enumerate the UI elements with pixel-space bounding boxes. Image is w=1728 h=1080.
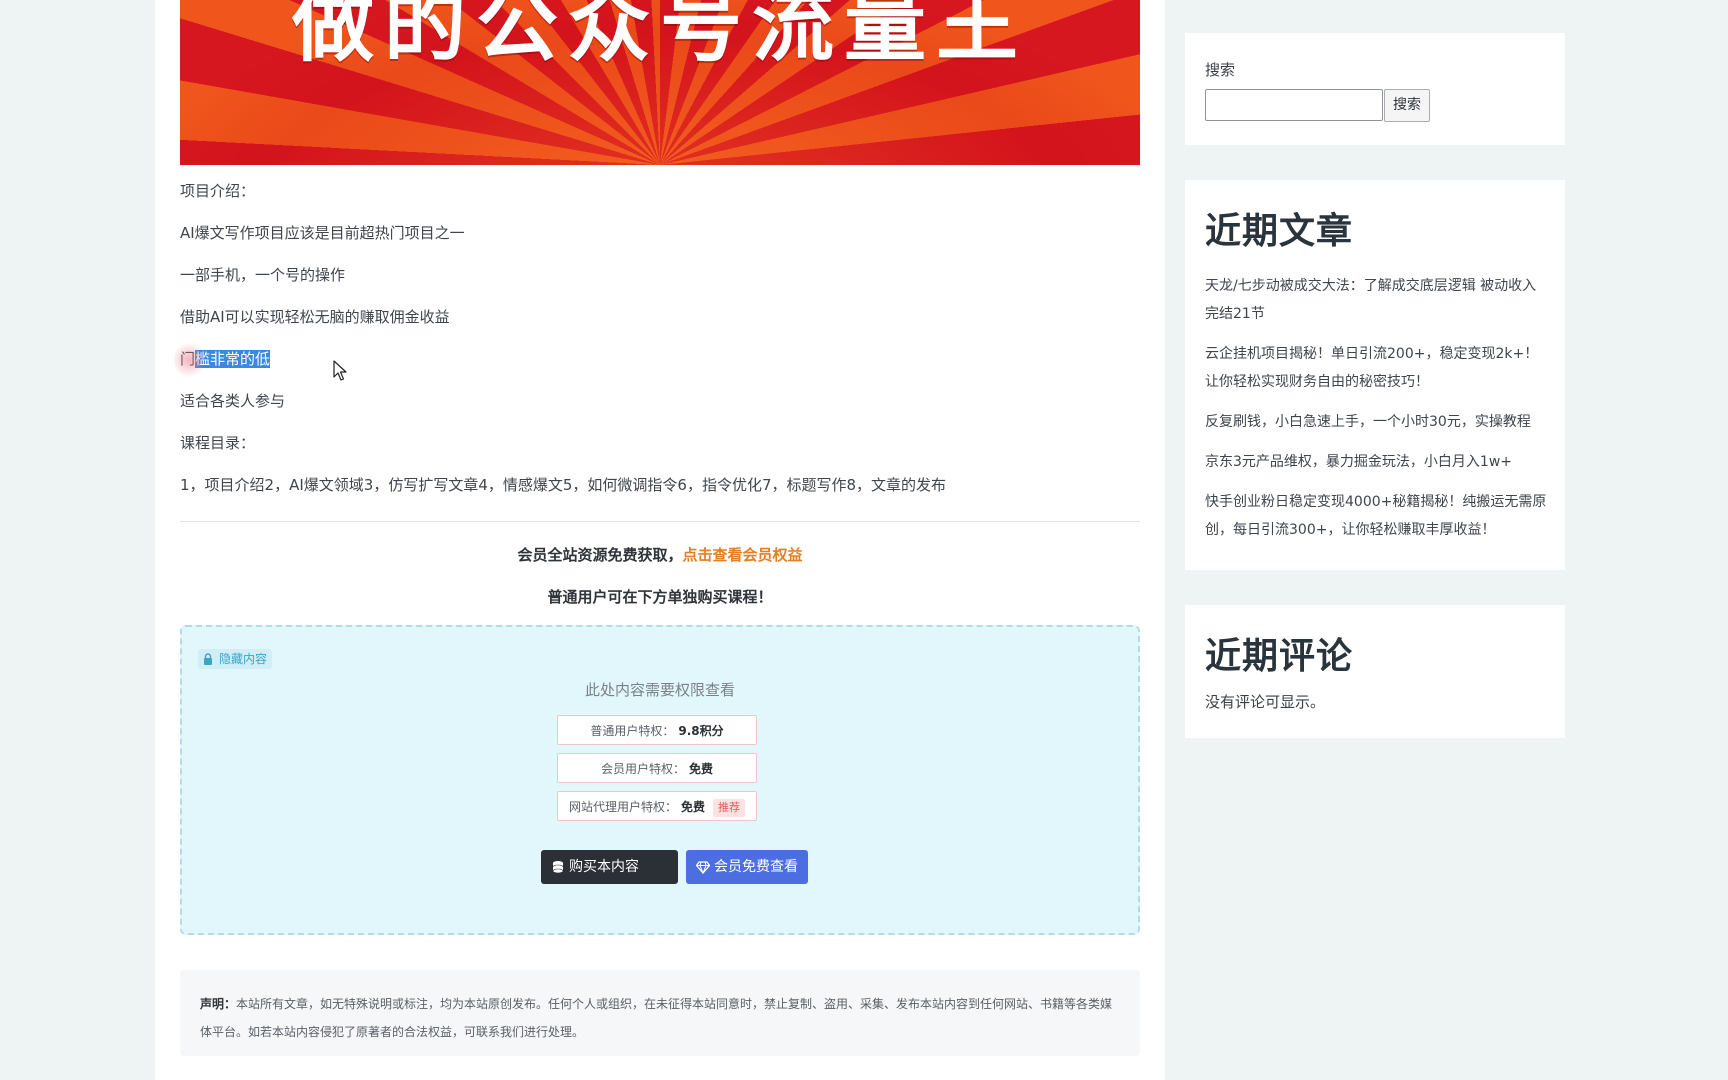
member-notice-line: 会员全站资源免费获取，点击查看会员权益 [180,544,1140,565]
notice-label: 声明： [200,997,237,1011]
article-paragraph: 一部手机，一个号的操作 [180,266,346,284]
search-input[interactable] [1205,89,1383,121]
selected-text[interactable]: 槛非常的低 [195,350,271,368]
recent-posts-list: 天龙/七步动被成交大法：了解成交底层逻辑 被动收入完结21节 云企挂机项目揭秘！… [1205,272,1550,556]
recent-post-link[interactable]: 快手创业粉日稳定变现4000+秘籍揭秘！纯搬运无需原创，每日引流300+，让你轻… [1205,488,1550,544]
article-paragraph: 适合各类人参与 [180,392,286,410]
click-highlight-mark [174,340,204,380]
lock-icon [204,653,212,665]
price-value: 免费 [681,800,706,814]
article-content: 项目介绍： AI爆文写作项目应该是目前超热门项目之一 一部手机，一个号的操作 借… [174,178,1140,514]
hero-title: 做的公众号流量王 [291,0,1028,73]
search-label: 搜索 [1205,61,1236,79]
price-row-normal: 普通用户特权： 9.8积分 [557,715,757,745]
article-card: 做的公众号流量王 项目介绍： AI爆文写作项目应该是目前超热门项目之一 一部手机… [155,0,1165,1080]
recent-post-link[interactable]: 天龙/七步动被成交大法：了解成交底层逻辑 被动收入完结21节 [1205,272,1550,328]
page: 做的公众号流量王 项目介绍： AI爆文写作项目应该是目前超热门项目之一 一部手机… [0,0,1728,1080]
recent-post-link[interactable]: 反复刷钱，小白急速上手，一个小时30元，实操教程 [1205,408,1550,436]
price-label: 网站代理用户特权： [568,800,677,814]
article-paragraph: 1，项目介绍2，AI爆文领域3，仿写扩写文章4，情感爆文5，如何微调指令6，指令… [180,476,947,494]
copyright-notice: 声明：本站所有文章，如无特殊说明或标注，均为本站原创发布。任何个人或组织，在未征… [180,970,1140,1056]
buy-content-button[interactable]: 购买本内容 [541,850,678,884]
buy-content-button-label: 购买本内容 [569,859,639,875]
article-paragraph: 项目介绍： [180,182,256,200]
notice-text: 本站所有文章，如无特殊说明或标注，均为本站原创发布。任何个人或组织，在未征得本站… [200,997,1113,1039]
search-button[interactable]: 搜索 [1384,89,1430,122]
price-row-agent: 网站代理用户特权： 免费 推荐 [557,791,757,821]
article-paragraph: AI爆文写作项目应该是目前超热门项目之一 [180,224,465,242]
article-paragraph: 借助AI可以实现轻松无脑的赚取佣金收益 [180,308,450,326]
hidden-content-box: 隐藏内容 此处内容需要权限查看 普通用户特权： 9.8积分 会员用户特权： 免费 网… [180,625,1140,935]
recent-posts-widget: 近期文章 天龙/七步动被成交大法：了解成交底层逻辑 被动收入完结21节 云企挂机… [1185,180,1565,570]
coins-icon [552,861,564,874]
hidden-content-badge: 隐藏内容 [198,649,273,669]
recent-post-link[interactable]: 京东3元产品维权，暴力掘金玩法，小白月入1w+ [1205,448,1550,476]
article-paragraph: 课程目录： [180,434,256,452]
price-value: 免费 [689,762,714,776]
member-free-view-button[interactable]: 会员免费查看 [686,850,808,884]
member-free-view-button-label: 会员免费查看 [714,859,798,875]
no-comments-text: 没有评论可显示。 [1205,693,1326,711]
price-value: 9.8积分 [678,724,724,738]
member-notice-text: 会员全站资源免费获取， [517,546,683,564]
recent-comments-widget: 近期评论 没有评论可显示。 [1185,605,1565,738]
hidden-content-badge-label: 隐藏内容 [219,652,268,666]
recent-posts-title: 近期文章 [1205,211,1354,252]
search-widget: 搜索 搜索 [1185,33,1565,145]
price-row-member: 会员用户特权： 免费 [557,753,757,783]
member-benefits-link[interactable]: 点击查看会员权益 [683,546,803,564]
permission-title: 此处内容需要权限查看 [584,681,735,699]
diamond-icon [696,861,710,874]
price-label: 普通用户特权： [590,724,675,738]
recommend-tag: 推荐 [713,798,746,817]
recent-post-link[interactable]: 云企挂机项目揭秘！单日引流200+，稳定变现2k+！让你轻松实现财务自由的秘密技… [1205,340,1550,396]
content-divider [180,521,1140,522]
purchase-notice: 普通用户可在下方单独购买课程！ [547,588,773,606]
recent-comments-title: 近期评论 [1205,636,1354,677]
mouse-cursor-icon [333,360,347,381]
article-paragraph-selected[interactable]: 门槛非常的低 [174,340,1140,380]
hero-banner: 做的公众号流量王 [180,0,1140,165]
price-label: 会员用户特权： [600,762,685,776]
